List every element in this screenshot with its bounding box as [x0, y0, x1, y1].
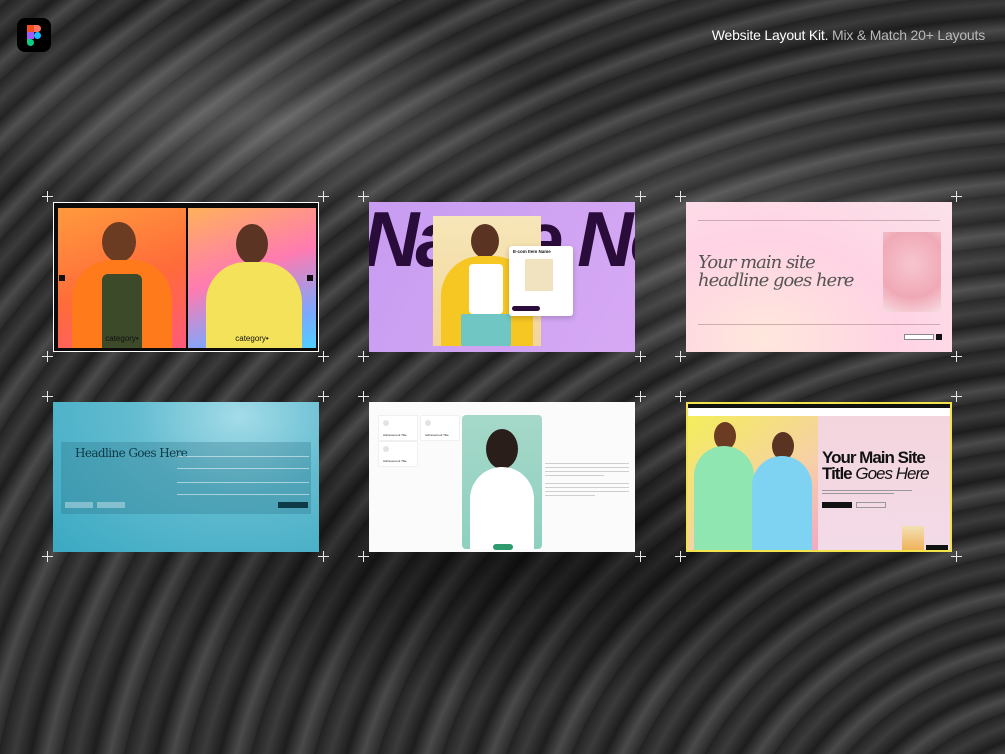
hero-headline: Your main site headline goes here [698, 254, 854, 291]
crosshair-icon [675, 351, 686, 362]
send-button[interactable] [278, 502, 308, 508]
crosshair-icon [635, 351, 646, 362]
category-label: category• [105, 334, 139, 343]
product-image [525, 259, 553, 291]
form-field[interactable] [177, 456, 309, 457]
layout-preview-main-hero[interactable]: Your Main Site Title Goes Here [686, 402, 952, 552]
crosshair-icon [318, 351, 329, 362]
achievement-title: Achievement Title [425, 433, 449, 437]
category-label: category• [235, 334, 269, 343]
layout-preview-about[interactable]: Achievement Title Achievement Title Achi… [369, 402, 635, 552]
crosshair-icon [951, 351, 962, 362]
headline-line: Title Goes Here [822, 464, 930, 483]
crosshair-icon [951, 551, 962, 562]
crosshair-icon [42, 351, 53, 362]
nav-marker [59, 275, 65, 281]
crosshair-icon [635, 551, 646, 562]
layout-preview-ecommerce[interactable]: Name No E-com Item Name [369, 202, 635, 352]
crosshair-icon [951, 191, 962, 202]
nav-marker [307, 275, 313, 281]
paragraph-lines [545, 460, 629, 499]
product-thumbnail [902, 526, 924, 550]
nav-bar [688, 408, 950, 416]
achievement-title: Achievement Title [383, 433, 407, 437]
layout-preview-category-gallery[interactable]: category• category• [53, 202, 319, 352]
kit-title: Website Layout Kit. [711, 27, 829, 43]
divider [698, 324, 940, 325]
hero-description [822, 488, 912, 496]
achievement-icon [383, 420, 389, 426]
hero-headline: Your Main Site Title Goes Here [822, 449, 930, 483]
layout-preview-contact-form[interactable]: Headline Goes Here [53, 402, 319, 552]
figma-logo-icon [17, 18, 51, 52]
layout-preview-pink-hero[interactable]: Your main site headline goes here [686, 202, 952, 352]
form-field[interactable] [177, 468, 309, 469]
achievement-title: Achievement Title [383, 459, 407, 463]
crosshair-icon [42, 191, 53, 202]
model-photo-right: category• [188, 208, 316, 348]
shop-button[interactable] [926, 545, 948, 550]
crosshair-icon [42, 551, 53, 562]
crosshair-icon [635, 191, 646, 202]
primary-cta-button[interactable] [822, 502, 852, 508]
achievement-tile: Achievement Title [379, 416, 417, 440]
headline-line: headline goes here [698, 270, 854, 291]
submit-button[interactable] [936, 334, 942, 340]
crosshair-icon [675, 391, 686, 402]
form-field[interactable] [177, 494, 309, 495]
crosshair-icon [318, 551, 329, 562]
add-to-cart-button[interactable] [512, 306, 540, 311]
select-field[interactable] [97, 502, 125, 508]
product-popup[interactable]: E-com Item Name [509, 246, 573, 316]
achievement-tile: Achievement Title [421, 416, 459, 440]
model-photo [883, 232, 941, 312]
divider [698, 220, 940, 221]
search-field[interactable] [904, 334, 934, 340]
crosshair-icon [951, 391, 962, 402]
achievement-icon [383, 446, 389, 452]
select-field[interactable] [65, 502, 93, 508]
form-field[interactable] [177, 482, 309, 483]
crosshair-icon [358, 391, 369, 402]
form-headline: Headline Goes Here [75, 446, 188, 460]
crosshair-icon [635, 391, 646, 402]
achievement-tile: Achievement Title [379, 442, 417, 466]
secondary-cta-button[interactable] [856, 502, 886, 508]
crosshair-icon [318, 191, 329, 202]
crosshair-icon [358, 191, 369, 202]
status-badge [493, 544, 513, 550]
product-title: E-com Item Name [513, 249, 551, 254]
crosshair-icon [675, 551, 686, 562]
kit-subtitle: Mix & Match 20+ Layouts [832, 27, 985, 43]
crosshair-icon [358, 551, 369, 562]
hero-right-panel [818, 416, 950, 550]
page-title: Website Layout Kit. Mix & Match 20+ Layo… [712, 27, 985, 43]
headline-word: Title [822, 464, 856, 483]
crosshair-icon [42, 391, 53, 402]
achievement-icon [425, 420, 431, 426]
crosshair-icon [358, 351, 369, 362]
crosshair-icon [675, 191, 686, 202]
crosshair-icon [318, 391, 329, 402]
headline-italic: Goes Here [855, 464, 929, 483]
hero-photo [688, 416, 818, 550]
portrait-photo [462, 415, 542, 549]
model-photo-left: category• [58, 208, 186, 348]
